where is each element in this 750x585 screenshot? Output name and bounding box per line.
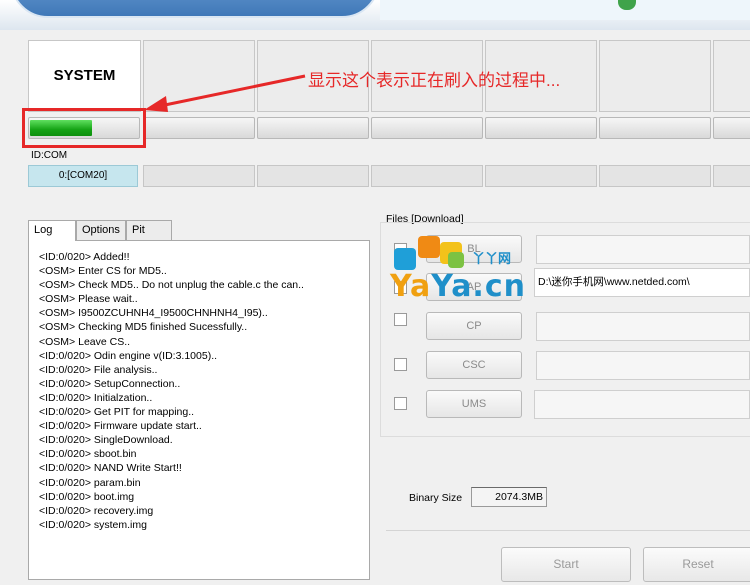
slot-7-progress-bar (713, 117, 750, 139)
log-line: <ID:0/020> Added!! (39, 251, 130, 263)
tab-options[interactable]: Options (76, 220, 126, 240)
binary-size-value: 2074.3MB (471, 487, 547, 507)
com-port-cell-7 (713, 165, 750, 187)
watermark-blue-square (394, 248, 416, 270)
com-port-cell-2 (143, 165, 255, 187)
app-banner (0, 0, 750, 30)
log-line: <OSM> Enter CS for MD5.. (39, 265, 167, 278)
cp-checkbox[interactable] (394, 313, 407, 326)
slot-6 (599, 40, 711, 112)
log-line: <OSM> Leave CS.. (39, 335, 131, 348)
annotation-arrow-icon (144, 74, 306, 112)
banner-map-graphic (380, 0, 750, 20)
cp-path-field[interactable] (536, 312, 750, 341)
log-line: <ID:0/020> File analysis.. (39, 363, 158, 376)
annotation-text: 显示这个表示正在刷入的过程中... (308, 71, 561, 90)
watermark-orange-square (418, 236, 440, 258)
ap-path-field[interactable]: D:\迷你手机网\www.netded.com\ (534, 268, 750, 297)
bl-path-field[interactable] (536, 235, 750, 264)
log-line: <ID:0/020> boot.img (39, 490, 135, 503)
divider (386, 530, 750, 531)
log-line: <OSM> Checking MD5 finished Sucessfully.… (39, 321, 248, 334)
slot-4-progress-bar (371, 117, 483, 139)
slot-6-progress-bar (599, 117, 711, 139)
ums-checkbox[interactable] (394, 397, 407, 410)
log-line: <ID:0/020> SetupConnection.. (39, 377, 181, 390)
slot-5-progress-bar (485, 117, 597, 139)
log-line: <ID:0/020> recovery.img (39, 504, 154, 517)
log-line: <ID:0/020> NAND Write Start!! (39, 462, 182, 475)
tab-log[interactable]: Log (28, 220, 76, 241)
com-port-cell-3 (257, 165, 369, 187)
slot-7 (713, 40, 750, 112)
slot-1-label: SYSTEM (53, 67, 116, 84)
binary-size-label: Binary Size (409, 492, 463, 504)
log-line: <ID:0/020> Initialzation.. (39, 391, 153, 404)
start-button[interactable]: Start (501, 547, 631, 582)
annotation-highlight-box (22, 108, 146, 148)
com-port-cell-4 (371, 165, 483, 187)
watermark-cn-text: 丫丫网 (472, 251, 512, 266)
csc-path-field[interactable] (536, 351, 750, 380)
tab-pit[interactable]: Pit (126, 220, 172, 240)
log-line: <ID:0/020> SingleDownload. (39, 434, 173, 447)
log-line: <ID:0/020> Firmware update start.. (39, 420, 202, 433)
com-port-cell-5 (485, 165, 597, 187)
slot-1: SYSTEM (28, 40, 141, 112)
log-line: <ID:0/020> param.bin (39, 476, 141, 489)
log-line: <ID:0/020> system.img (39, 518, 147, 531)
watermark-brand: YaYa.cn (390, 269, 526, 304)
com-port-cell: 0:[COM20] (28, 165, 138, 187)
log-list: <ID:0/020> Added!! <OSM> Enter CS for MD5… (29, 241, 369, 532)
log-line: <ID:0/020> Odin engine v(ID:3.1005).. (39, 349, 218, 362)
yaya-watermark: 丫丫网 YaYa.cn (390, 236, 530, 306)
cp-button[interactable]: CP (426, 312, 522, 340)
reset-button[interactable]: Reset (643, 547, 750, 582)
log-line: <ID:0/020> sboot.bin (39, 448, 137, 461)
com-port-cell-6 (599, 165, 711, 187)
ums-path-field[interactable] (534, 390, 750, 419)
log-line: <OSM> Please wait.. (39, 293, 138, 306)
csc-button[interactable]: CSC (426, 351, 522, 379)
watermark-green-square (448, 252, 464, 268)
log-line: <ID:0/020> Get PIT for mapping.. (39, 406, 195, 419)
banner-logo-wave (10, 0, 380, 18)
log-panel[interactable]: <ID:0/020> Added!! <OSM> Enter CS for MD5… (28, 240, 370, 580)
log-line: <OSM> Check MD5.. Do not unplug the cabl… (39, 279, 304, 292)
log-line: <OSM> I9500ZCUHNH4_I9500CHNHNH4_I95).. (39, 307, 268, 320)
id-com-label: ID:COM (31, 150, 68, 161)
csc-checkbox[interactable] (394, 358, 407, 371)
ums-button[interactable]: UMS (426, 390, 522, 418)
